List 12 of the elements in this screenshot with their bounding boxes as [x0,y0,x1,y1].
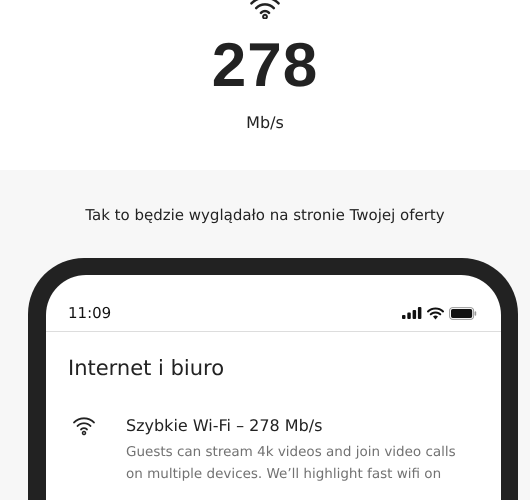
battery-icon [449,306,477,320]
wifi-icon [427,306,444,320]
wifi-icon [72,416,96,436]
amenity-description: Guests can stream 4k videos and join video calls on multiple devices. We’ll highlight fast wifi on [126,443,456,484]
speed-unit: Mb/s [246,113,284,132]
amenity-title: Szybkie Wi-Fi – 278 Mb/s [126,416,324,435]
speed-value: 278 [212,35,318,97]
wifi-icon [248,0,282,19]
section-title: Internet i biuro [68,356,226,380]
status-time: 11:09 [68,304,112,322]
preview-caption: Tak to będzie wyglądało na stronie Twojej oferty [84,206,446,224]
signal-icon [402,307,422,319]
